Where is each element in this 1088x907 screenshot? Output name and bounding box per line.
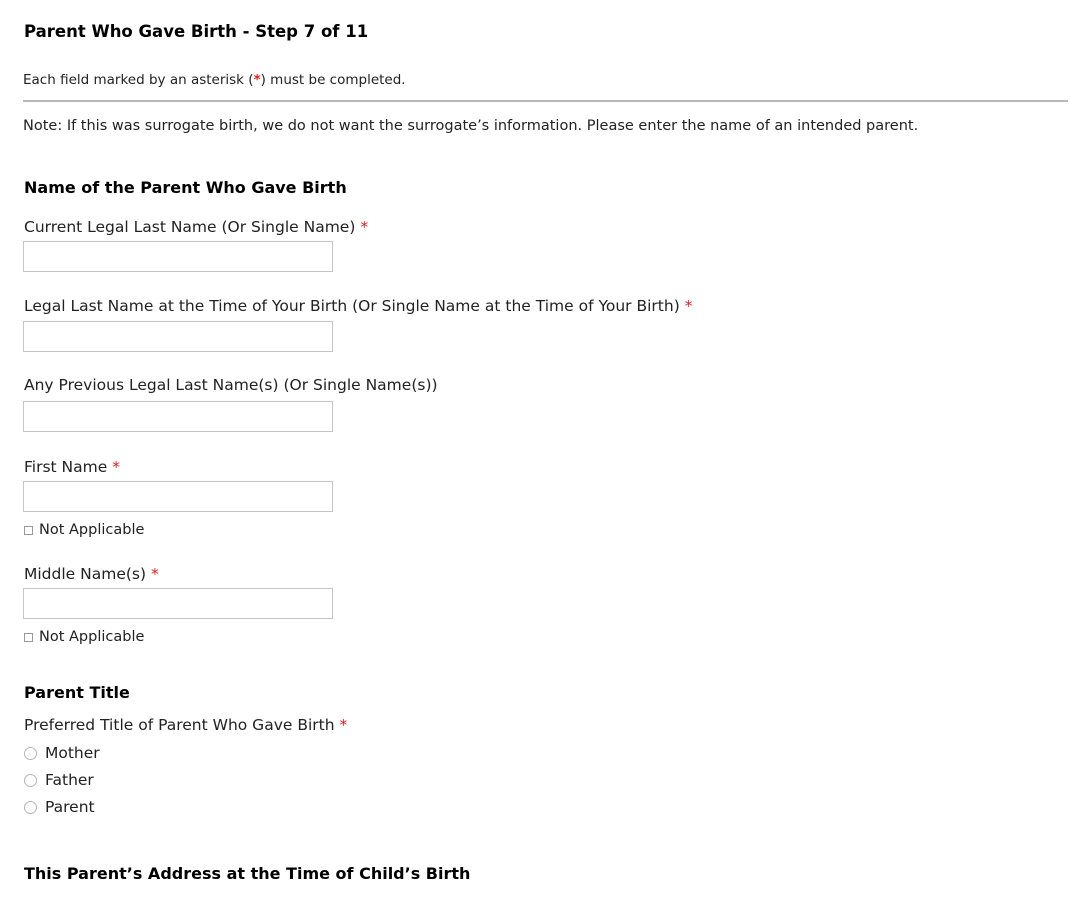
required-asterisk: * [253, 72, 261, 88]
required-asterisk: * [684, 297, 693, 315]
checkbox-icon[interactable] [24, 632, 33, 642]
surrogate-note: Note: If this was surrogate birth, we do… [23, 118, 919, 134]
required-fields-note: Each field marked by an asterisk (*) mus… [23, 72, 406, 88]
middle-name-not-applicable-checkbox[interactable]: Not Applicable [24, 629, 144, 645]
required-asterisk: * [360, 218, 369, 236]
checkbox-icon[interactable] [24, 525, 33, 535]
radio-mother[interactable]: Mother [24, 744, 100, 762]
divider [23, 100, 1068, 102]
radio-label: Mother [45, 744, 100, 762]
radio-icon[interactable] [24, 746, 37, 760]
field-label-current-last-name: Current Legal Last Name (Or Single Name)… [24, 218, 369, 236]
current-last-name-input[interactable] [23, 241, 333, 272]
field-label-previous-last-names: Any Previous Legal Last Name(s) (Or Sing… [24, 376, 438, 394]
radio-label: Parent [45, 798, 95, 816]
radio-label: Father [45, 771, 94, 789]
previous-last-names-input[interactable] [23, 401, 333, 432]
middle-names-input[interactable] [23, 588, 333, 619]
first-name-not-applicable-checkbox[interactable]: Not Applicable [24, 522, 144, 538]
required-asterisk: * [339, 716, 348, 734]
radio-father[interactable]: Father [24, 771, 94, 789]
required-asterisk: * [150, 565, 159, 583]
required-note-text-after: ) must be completed. [260, 72, 406, 88]
required-note-text-before: Each field marked by an asterisk ( [23, 72, 254, 88]
birth-last-name-input[interactable] [23, 321, 333, 352]
section-heading-address: This Parent’s Address at the Time of Chi… [24, 864, 471, 883]
checkbox-label: Not Applicable [39, 629, 145, 645]
field-label-birth-last-name: Legal Last Name at the Time of Your Birt… [24, 297, 693, 315]
field-label-first-name: First Name * [24, 458, 120, 476]
required-asterisk: * [112, 458, 120, 476]
field-label-preferred-title: Preferred Title of Parent Who Gave Birth… [24, 716, 348, 734]
section-heading-name: Name of the Parent Who Gave Birth [24, 178, 347, 197]
radio-parent[interactable]: Parent [24, 798, 95, 816]
radio-icon[interactable] [24, 773, 37, 787]
field-label-middle-names: Middle Name(s) * [24, 565, 159, 583]
checkbox-label: Not Applicable [39, 522, 145, 538]
page-title: Parent Who Gave Birth - Step 7 of 11 [24, 22, 369, 41]
first-name-input[interactable] [23, 481, 333, 512]
radio-icon[interactable] [24, 800, 37, 814]
section-heading-parent-title: Parent Title [24, 683, 130, 702]
